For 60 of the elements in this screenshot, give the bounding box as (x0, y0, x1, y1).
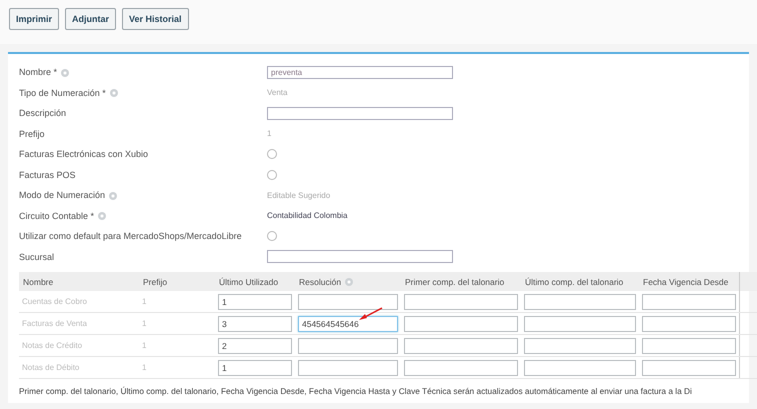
field-label: Descripción (19, 108, 68, 118)
input-field[interactable] (267, 106, 453, 120)
input-field[interactable] (642, 294, 736, 310)
annotation-arrow-icon (357, 307, 383, 321)
info-note: Primer comp. del talonario, Último comp. del talonario, Fecha Vigencia Desde, Fecha Vigencia Hasta y Clave Técnica serán actualizados automáticamente al enviar una factura a la Di (19, 386, 693, 397)
input-field[interactable] (642, 338, 736, 354)
field-label: Prefijo (19, 128, 46, 139)
input-field[interactable]: 1 (218, 294, 292, 310)
column-header: Último comp. del talonario (521, 272, 639, 291)
table-cell: Facturas de Venta (19, 312, 139, 334)
input-field[interactable] (524, 360, 636, 376)
input-field[interactable] (642, 360, 736, 376)
input-field[interactable]: 454564545646 (298, 316, 398, 332)
input-field[interactable] (642, 316, 736, 332)
table-cell: 1 (139, 334, 215, 356)
column-header: Fecha Vigencia Desde (639, 272, 739, 291)
toolbar-button[interactable]: Adjuntar (65, 8, 116, 30)
table-cell: Cuentas de Cobro (19, 291, 139, 312)
field-label: Sucursal (19, 252, 56, 262)
column-header: Nombre (19, 272, 139, 291)
field-label: Modo de Numeración (19, 190, 267, 200)
input-field[interactable] (524, 316, 636, 332)
table-cell: 1 (139, 291, 215, 312)
field-value: Editable Sugerido (267, 190, 330, 200)
checkbox[interactable] (267, 231, 277, 242)
input-field[interactable] (524, 294, 636, 310)
input-field[interactable]: 2 (218, 338, 292, 354)
input-field[interactable]: 3 (218, 316, 292, 332)
checkbox[interactable] (267, 170, 277, 180)
field-label: Nombre * (19, 67, 267, 78)
toolbar-button[interactable]: Imprimir (9, 8, 60, 30)
table-cell: 1 (139, 356, 215, 378)
input-field[interactable] (524, 338, 636, 354)
checkbox[interactable] (267, 149, 277, 160)
input-field[interactable] (404, 360, 518, 376)
column-header: Primer comp. del talonario (401, 272, 521, 291)
input-field[interactable] (404, 294, 518, 310)
toolbar-button[interactable]: Ver Historial (122, 8, 189, 30)
input-field[interactable] (298, 360, 398, 376)
input-field[interactable] (267, 250, 453, 264)
field-value: 1 (267, 129, 272, 138)
field-value: Contabilidad Colombia (267, 211, 348, 220)
input-field[interactable] (404, 316, 518, 332)
input-field[interactable]: 1 (218, 360, 292, 376)
input-field[interactable]: preventa (267, 66, 453, 79)
table-cell: Notas de Crédito (19, 334, 139, 356)
column-header: Resolución (295, 272, 401, 291)
table-cell: 1 (139, 312, 215, 334)
column-header: Prefijo (139, 272, 215, 291)
input-field[interactable] (404, 338, 518, 354)
field-label: Facturas Electrónicas con Xubio (19, 149, 150, 160)
field-value: Venta (267, 88, 288, 98)
input-field[interactable] (298, 338, 398, 354)
field-label: Facturas POS (19, 170, 77, 180)
field-label: Circuito Contable * (19, 210, 267, 221)
input-field[interactable] (298, 294, 398, 310)
field-label: Tipo de Numeración * (19, 88, 267, 98)
field-label: Utilizar como default para MercadoShops/MercadoLibre (19, 231, 243, 242)
column-header: Último Utilizado (215, 272, 295, 291)
table-cell: Notas de Débito (19, 356, 139, 378)
